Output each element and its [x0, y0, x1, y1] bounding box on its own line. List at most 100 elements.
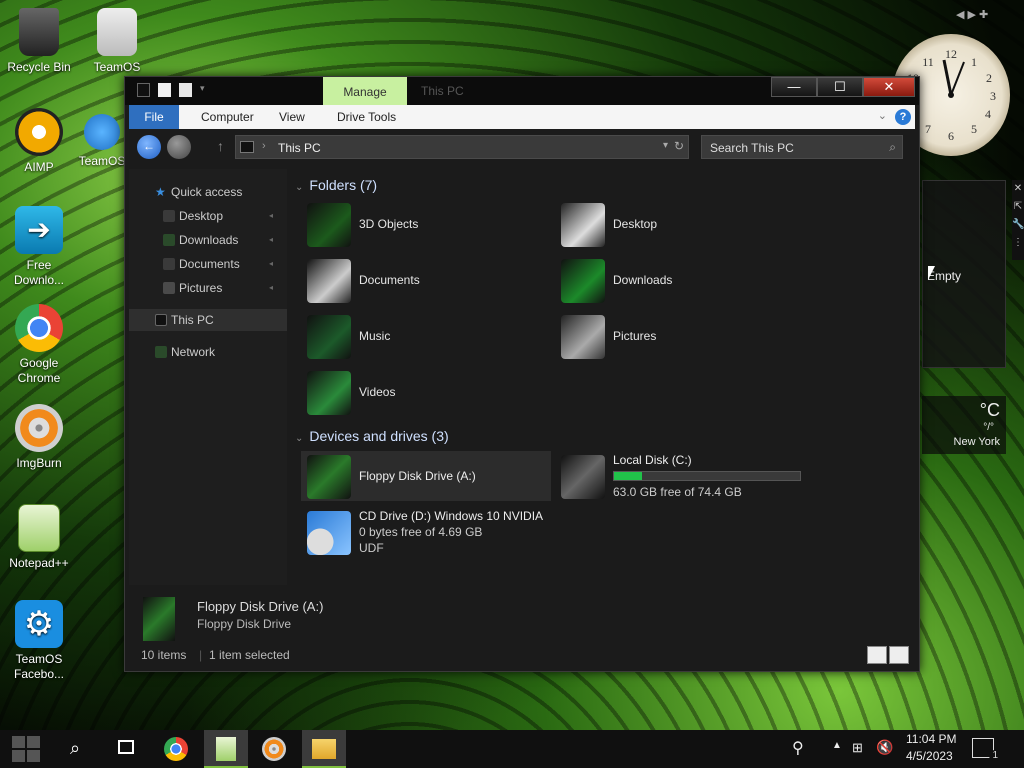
hard-drive-icon: [561, 455, 605, 499]
chevron-right-icon[interactable]: ›: [262, 140, 266, 152]
people-icon[interactable]: ⚲: [792, 738, 804, 758]
action-center-button[interactable]: 1: [972, 738, 1001, 761]
sidebar-item-this-pc[interactable]: This PC: [129, 309, 287, 331]
chevron-up-icon[interactable]: ▲: [832, 740, 842, 751]
ribbon-expand-icon[interactable]: ⌄: [878, 109, 887, 122]
svg-text:11: 11: [922, 55, 934, 69]
folder-desktop[interactable]: Desktop: [555, 199, 805, 251]
new-folder-icon[interactable]: [179, 83, 192, 97]
volume-muted-icon[interactable]: 🔇: [876, 739, 893, 756]
weather-gadget[interactable]: °C °/° New York: [922, 396, 1006, 454]
drive-floppy[interactable]: Floppy Disk Drive (A:): [301, 451, 551, 501]
clock-date[interactable]: 4/5/2023: [906, 749, 953, 763]
folder-pictures[interactable]: Pictures: [555, 311, 805, 363]
status-divider: |: [199, 648, 203, 662]
network-icon[interactable]: ⊞: [852, 740, 863, 756]
folder-label: Music: [359, 329, 391, 343]
drive-filesystem: UDF: [359, 541, 384, 555]
folder-documents[interactable]: Documents: [301, 255, 551, 307]
drive-label: Floppy Disk Drive (A:): [359, 469, 476, 483]
tab-drive-tools[interactable]: Drive Tools: [327, 105, 406, 129]
taskbar-notepadpp[interactable]: [204, 730, 248, 768]
sidebar-item-network[interactable]: Network: [129, 341, 287, 363]
back-button[interactable]: ←: [137, 135, 161, 159]
folder-label: 3D Objects: [359, 217, 419, 231]
task-view-icon: [118, 740, 134, 754]
properties-icon[interactable]: [158, 83, 171, 97]
tab-computer[interactable]: Computer: [191, 105, 264, 129]
gadget-arrows[interactable]: ◀ ▶ ✚: [956, 8, 988, 21]
desktop-icon-teamos-facebook[interactable]: ⚙ TeamOS Facebo...: [0, 600, 78, 682]
refresh-icon[interactable]: ↻: [674, 139, 684, 153]
group-header-folders[interactable]: ⌄ Folders (7): [295, 177, 377, 193]
taskbar-file-explorer[interactable]: [302, 730, 346, 768]
floppy-drive-icon: [143, 597, 175, 641]
tab-file[interactable]: File: [129, 105, 179, 129]
desktop-icon-label: TeamOS: [93, 60, 141, 74]
pin-icon[interactable]: ◂: [269, 253, 273, 275]
desktop-icon-recycle-bin[interactable]: Recycle Bin: [0, 8, 78, 75]
up-arrow-icon[interactable]: ↑: [217, 138, 224, 154]
desktop-icon-teamos-2[interactable]: TeamOS: [78, 108, 126, 169]
title-bar[interactable]: ▾ Manage This PC — ☐ ✕: [125, 77, 919, 105]
downloads-folder-icon: [561, 259, 605, 303]
drive-free-text: 63.0 GB free of 74.4 GB: [613, 485, 742, 499]
sidebar-item-pictures[interactable]: Pictures ◂: [129, 277, 287, 299]
minimize-button[interactable]: —: [771, 77, 817, 97]
pin-icon[interactable]: ◂: [269, 229, 273, 251]
svg-text:2: 2: [986, 71, 992, 85]
weather-sub: °/°: [983, 422, 994, 433]
start-button[interactable]: [6, 730, 46, 768]
chevron-down-icon[interactable]: ▾: [663, 140, 668, 151]
desktop-icon-notepadpp[interactable]: Notepad++: [0, 504, 78, 571]
tab-view[interactable]: View: [269, 105, 315, 129]
group-header-label: Devices and drives (3): [309, 428, 449, 444]
desktop-icon-label: Notepad++: [9, 556, 69, 570]
videos-folder-icon: [307, 371, 351, 415]
maximize-button[interactable]: ☐: [817, 77, 863, 97]
pc-icon[interactable]: [137, 83, 150, 97]
forward-button[interactable]: [167, 135, 191, 159]
group-header-devices[interactable]: ⌄ Devices and drives (3): [295, 428, 449, 444]
details-view-button[interactable]: [867, 646, 887, 664]
folder-music[interactable]: Music: [301, 311, 551, 363]
folder-videos[interactable]: Videos: [301, 367, 551, 419]
pictures-folder-icon: [163, 282, 175, 294]
weather-unit: °C: [979, 400, 1000, 420]
large-icons-view-button[interactable]: [889, 646, 909, 664]
notepadpp-icon: [18, 504, 60, 552]
desktop-icon-label: Free Downlo...: [13, 258, 65, 287]
task-view-button[interactable]: [106, 730, 146, 768]
desktop-icon-teamos-1[interactable]: TeamOS: [78, 8, 156, 75]
chevron-down-icon[interactable]: ▾: [200, 83, 210, 97]
clock-time[interactable]: 11:04 PM: [906, 732, 956, 746]
search-input[interactable]: Search This PC ⌕: [701, 135, 903, 159]
folder-3d-objects[interactable]: 3D Objects: [301, 199, 551, 251]
drive-local-c[interactable]: Local Disk (C:) 63.0 GB free of 74.4 GB: [555, 451, 805, 501]
selection-count: 1 item selected: [209, 648, 290, 662]
desktop-icon-chrome[interactable]: Google Chrome: [0, 304, 78, 386]
drive-free-text: 0 bytes free of 4.69 GB: [359, 525, 483, 539]
sidebar-item-downloads[interactable]: Downloads ◂: [129, 229, 287, 251]
tab-manage[interactable]: Manage: [323, 77, 407, 105]
folder-label: Videos: [359, 385, 396, 399]
taskbar-imgburn[interactable]: [254, 730, 294, 768]
sidebar-item-quick-access[interactable]: ★ Quick access: [129, 181, 287, 203]
taskbar-chrome[interactable]: [156, 730, 196, 768]
close-button[interactable]: ✕: [863, 77, 915, 97]
sidebar-item-desktop[interactable]: Desktop ◂: [129, 205, 287, 227]
desktop-icon-aimp[interactable]: AIMP: [0, 108, 78, 175]
gadget-toolbar[interactable]: ✕ ⇱ 🔧 ⋮: [1012, 180, 1024, 260]
desktop-icon-imgburn[interactable]: ImgBurn: [0, 404, 78, 471]
pin-icon[interactable]: ◂: [269, 205, 273, 227]
network-icon: [155, 346, 167, 358]
desktop-icon-free-download[interactable]: ➔ Free Downlo...: [0, 206, 78, 288]
svg-text:3: 3: [990, 89, 996, 103]
folder-downloads[interactable]: Downloads: [555, 255, 805, 307]
sidebar-item-documents[interactable]: Documents ◂: [129, 253, 287, 275]
help-button[interactable]: ?: [895, 109, 911, 125]
drive-cd-d[interactable]: CD Drive (D:) Windows 10 NVIDIA 0 bytes …: [301, 507, 571, 557]
search-button[interactable]: ⌕: [58, 730, 98, 768]
pin-icon[interactable]: ◂: [269, 277, 273, 299]
address-bar[interactable]: › This PC ▾ ↻: [235, 135, 689, 159]
